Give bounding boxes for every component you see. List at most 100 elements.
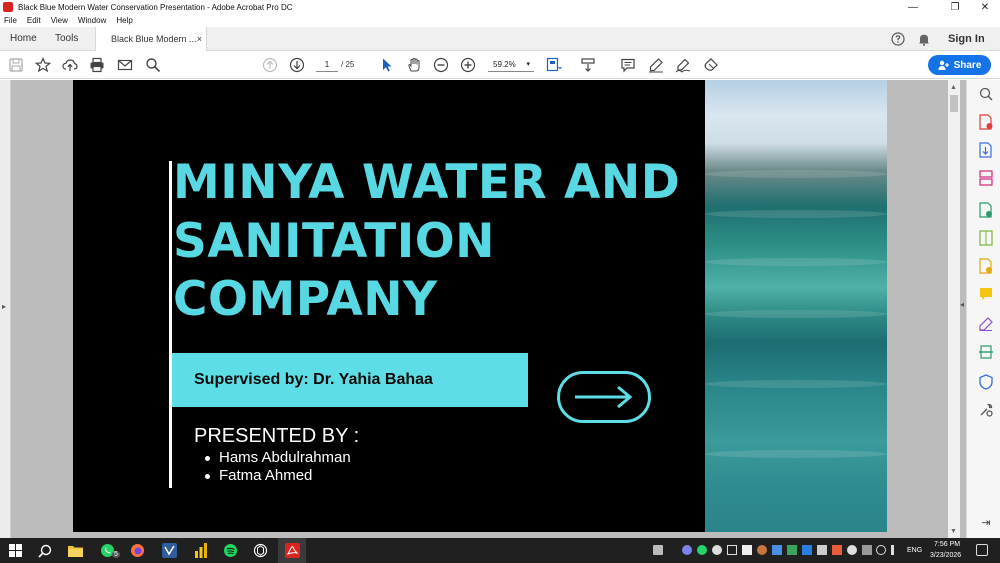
arrow-right-icon <box>557 371 651 423</box>
windows-start-icon[interactable] <box>8 543 23 558</box>
scan-ocr-icon[interactable] <box>978 344 994 360</box>
window-title-bar: Black Blue Modern Water Conservation Pre… <box>0 0 1000 14</box>
slide-title-line-2: SANITATION <box>173 214 496 269</box>
left-panel-expand-icon: ▸ <box>2 302 7 311</box>
protect-shield-icon[interactable] <box>978 374 994 390</box>
zoom-tool-icon[interactable] <box>978 86 994 102</box>
zoom-out-icon[interactable] <box>433 57 449 73</box>
visual-studio-icon[interactable] <box>162 543 177 558</box>
scroll-down-icon[interactable]: ▼ <box>950 528 957 535</box>
menu-help[interactable]: Help <box>116 16 132 25</box>
fill-sign-icon[interactable] <box>703 57 719 73</box>
tray-icon[interactable] <box>847 545 857 555</box>
presenter-name: Fatma Ahmed <box>219 467 313 484</box>
zoom-in-icon[interactable] <box>460 57 476 73</box>
share-button[interactable]: Share <box>928 55 991 75</box>
right-panel-collapse-icon[interactable]: ◂ <box>960 300 964 309</box>
menu-window[interactable]: Window <box>78 16 106 25</box>
fill-and-sign-icon[interactable] <box>978 316 994 332</box>
print-icon[interactable] <box>89 57 105 73</box>
page-total: / 25 <box>341 60 355 69</box>
minimize-button[interactable]: — <box>898 0 928 14</box>
taskbar-search-icon[interactable] <box>37 543 52 558</box>
slide-title-line-1: MINYA WATER AND <box>173 155 681 210</box>
close-window-button[interactable]: ✕ <box>970 0 1000 14</box>
tab-tools[interactable]: Tools <box>55 27 78 51</box>
email-icon[interactable] <box>117 57 133 73</box>
tray-icon[interactable] <box>712 545 722 555</box>
search-icon[interactable] <box>145 57 161 73</box>
edit-pdf-icon[interactable] <box>978 202 994 218</box>
scroll-mode-icon[interactable] <box>580 57 596 73</box>
tab-bar: Home Tools Black Blue Modern ... × Sign … <box>0 27 1000 52</box>
page-display-icon[interactable] <box>546 57 562 73</box>
chatgpt-icon[interactable] <box>253 543 268 558</box>
tray-icon[interactable] <box>727 545 737 555</box>
presenter-list: Hams Abdulrahman Fatma Ahmed <box>205 449 351 485</box>
windows-taskbar: 5 ENG 7:56 PM 3/23/2026 <box>0 538 1000 563</box>
zoom-level-select[interactable]: 59.2% ▾ <box>488 58 534 72</box>
tab-document-label: Black Blue Modern ... <box>111 34 197 44</box>
tray-icon[interactable] <box>742 545 752 555</box>
create-pdf-icon[interactable] <box>978 142 994 158</box>
main-toolbar: 1 / 25 59.2% ▾ Share <box>0 51 1000 79</box>
whatsapp-badge: 5 <box>112 551 120 558</box>
tray-icon[interactable] <box>653 545 663 555</box>
more-tools-icon[interactable] <box>978 402 994 418</box>
clock-date[interactable]: 3/23/2026 <box>930 552 961 559</box>
add-user-icon <box>938 60 949 70</box>
tray-icon[interactable] <box>772 545 782 555</box>
expand-panel-icon[interactable]: ⇥ <box>978 514 994 530</box>
acrobat-taskbar-icon[interactable] <box>285 543 300 558</box>
vertical-scrollbar[interactable]: ▲ ▼ <box>948 80 960 538</box>
next-page-icon[interactable] <box>289 57 305 73</box>
whatsapp-tray-icon[interactable] <box>697 545 707 555</box>
sign-in-link[interactable]: Sign In <box>948 27 985 51</box>
power-bi-icon[interactable] <box>193 543 208 558</box>
comment-icon[interactable] <box>620 57 636 73</box>
highlight-pen-icon[interactable] <box>648 57 664 73</box>
menu-edit[interactable]: Edit <box>27 16 41 25</box>
compare-files-icon[interactable] <box>978 230 994 246</box>
slide-title-line-3: COMPANY <box>173 272 438 327</box>
previous-page-icon[interactable] <box>262 57 278 73</box>
scrollbar-thumb[interactable] <box>950 95 958 112</box>
export-pdf-icon[interactable] <box>978 114 994 130</box>
supervised-banner: Supervised by: Dr. Yahia Bahaa <box>172 353 528 407</box>
tray-icon[interactable] <box>787 545 797 555</box>
tray-icon[interactable] <box>862 545 872 555</box>
menu-file[interactable]: File <box>4 16 17 25</box>
comment-tool-icon[interactable] <box>978 258 994 274</box>
left-panel-handle[interactable]: ▸ <box>0 80 11 538</box>
restore-button[interactable]: ❐ <box>940 0 970 14</box>
firefox-icon[interactable] <box>130 543 145 558</box>
star-icon[interactable] <box>35 57 51 73</box>
draw-icon[interactable] <box>675 57 691 73</box>
page-number-input[interactable]: 1 <box>316 58 338 72</box>
sticky-note-icon[interactable] <box>978 286 994 302</box>
volume-icon[interactable] <box>891 545 901 555</box>
hand-tool-icon[interactable] <box>406 57 422 73</box>
tab-document[interactable]: Black Blue Modern ... × <box>95 27 207 52</box>
bell-icon[interactable] <box>917 32 931 46</box>
question-circle-icon[interactable] <box>891 32 905 46</box>
language-indicator[interactable]: ENG <box>907 547 922 554</box>
clock-time[interactable]: 7:56 PM <box>934 541 960 548</box>
menu-view[interactable]: View <box>51 16 68 25</box>
file-explorer-icon[interactable] <box>68 543 83 558</box>
tray-icon[interactable] <box>757 545 767 555</box>
tray-icon[interactable] <box>832 545 842 555</box>
save-icon[interactable] <box>8 57 24 73</box>
organize-pages-icon[interactable] <box>978 170 994 186</box>
notification-center-icon[interactable] <box>976 544 988 556</box>
tab-home[interactable]: Home <box>10 27 37 51</box>
teams-tray-icon[interactable] <box>682 545 692 555</box>
select-cursor-icon[interactable] <box>379 57 395 73</box>
wifi-icon[interactable] <box>876 545 886 555</box>
tray-icon[interactable] <box>817 545 827 555</box>
spotify-icon[interactable] <box>223 543 238 558</box>
cloud-upload-icon[interactable] <box>62 57 78 73</box>
tab-close-button[interactable]: × <box>197 27 202 51</box>
tray-icon[interactable] <box>802 545 812 555</box>
scroll-up-icon[interactable]: ▲ <box>950 84 957 91</box>
